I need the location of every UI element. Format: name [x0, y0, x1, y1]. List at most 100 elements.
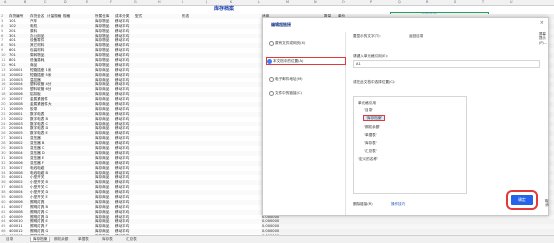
- table-cell[interactable]: 库存商品: [95, 185, 109, 189]
- table-cell[interactable]: 300008: [9, 171, 23, 175]
- column-header[interactable]: G: [134, 0, 137, 4]
- column-header[interactable]: S: [454, 0, 456, 4]
- column-header[interactable]: N: [314, 0, 317, 4]
- table-cell[interactable]: 移动平均: [115, 92, 129, 96]
- table-cell[interactable]: 库存商品: [95, 112, 109, 116]
- radio-icon[interactable]: [269, 41, 274, 46]
- table-cell[interactable]: 金属紧固件大: [30, 102, 52, 106]
- table-cell[interactable]: 100002: [9, 73, 23, 77]
- sheet-tab[interactable]: 库存表: [102, 237, 113, 241]
- table-cell[interactable]: 电机: [30, 24, 37, 28]
- link-type-file[interactable]: 原有文件或网页(X): [269, 40, 343, 46]
- table-cell[interactable]: 移动平均: [115, 146, 129, 150]
- table-cell[interactable]: 100001: [9, 68, 23, 72]
- table-cell[interactable]: 变压器: [30, 136, 41, 140]
- display-text-value[interactable]: 返回目录: [409, 34, 423, 38]
- table-cell[interactable]: 变压器 B: [30, 141, 44, 145]
- table-cell[interactable]: 库存商品: [95, 146, 109, 150]
- cell-ref-input[interactable]: A1: [353, 60, 540, 68]
- table-cell[interactable]: 短路插座 1米: [30, 68, 51, 72]
- table-cell[interactable]: 移动平均: [115, 210, 129, 214]
- table-cell[interactable]: 库存商品: [95, 141, 109, 145]
- table-cell[interactable]: 库存商品: [95, 205, 109, 209]
- table-cell[interactable]: 301: [9, 34, 16, 38]
- sheet-tab[interactable]: 目录: [6, 237, 13, 241]
- table-cell[interactable]: 数字电表 B: [30, 117, 48, 121]
- table-cell[interactable]: 601: [9, 48, 16, 52]
- close-icon[interactable]: ×: [540, 20, 544, 26]
- table-cell[interactable]: 200001: [9, 112, 23, 116]
- table-cell[interactable]: 库存物品: [95, 53, 109, 57]
- table-cell[interactable]: 101: [9, 19, 16, 23]
- table-cell[interactable]: 400006: [9, 200, 23, 204]
- table-cell[interactable]: 库存商品: [95, 151, 109, 155]
- table-cell[interactable]: 200005: [9, 131, 23, 135]
- table-cell[interactable]: 移动平均: [115, 185, 129, 189]
- table-cell[interactable]: 库存商品: [95, 92, 109, 96]
- sheet-tab[interactable]: 单据表: [78, 237, 89, 241]
- table-cell[interactable]: 400010: [9, 219, 23, 223]
- table-cell[interactable]: 400003: [9, 185, 23, 189]
- table-cell[interactable]: 商品: [30, 63, 37, 67]
- table-cell[interactable]: 100004: [9, 82, 23, 86]
- table-cell[interactable]: 汽车: [30, 19, 37, 23]
- column-header[interactable]: Q: [398, 0, 401, 4]
- table-cell[interactable]: 移动平均: [115, 151, 129, 155]
- table-cell[interactable]: 200004: [9, 126, 23, 130]
- table-cell[interactable]: 102: [9, 24, 16, 28]
- table-cell[interactable]: 库存商品: [95, 136, 109, 140]
- column-header[interactable]: M: [286, 0, 289, 4]
- table-cell[interactable]: 库存商品: [95, 210, 109, 214]
- column-header[interactable]: P: [370, 0, 372, 4]
- table-cell[interactable]: 801: [9, 58, 16, 62]
- radio-icon[interactable]: [269, 91, 274, 96]
- table-cell[interactable]: 库存商品: [95, 166, 109, 170]
- table-cell[interactable]: 移动平均: [115, 195, 129, 199]
- tree-root[interactable]: 单元格引用: [358, 101, 376, 105]
- table-cell[interactable]: 库存商品: [95, 156, 109, 160]
- table-cell[interactable]: 数字电表: [30, 112, 44, 116]
- table-cell[interactable]: 移动平均: [115, 97, 129, 101]
- table-cell[interactable]: 100009: [9, 107, 23, 111]
- column-header[interactable]: O: [342, 0, 345, 4]
- column-header[interactable]: D: [64, 0, 67, 4]
- table-cell[interactable]: 库存商品: [95, 68, 109, 72]
- table-cell[interactable]: 周转物品: [30, 53, 44, 57]
- link-type-file-link[interactable]: 文件中的链接(C): [269, 90, 343, 96]
- table-cell[interactable]: 400002: [9, 180, 23, 184]
- link-type-email[interactable]: 电子邮件地址(M): [269, 76, 343, 82]
- column-header[interactable]: U: [510, 0, 512, 4]
- table-cell[interactable]: 300005: [9, 156, 23, 160]
- table-cell[interactable]: 库存商品: [95, 161, 109, 165]
- column-header[interactable]: R: [426, 0, 428, 4]
- table-cell[interactable]: 库存物品: [95, 48, 109, 52]
- column-header[interactable]: H: [158, 0, 161, 4]
- table-cell[interactable]: 移动平均: [115, 200, 129, 204]
- table-cell[interactable]: 100003: [9, 78, 23, 82]
- sheet-tab[interactable]: 库存档案: [30, 237, 51, 243]
- table-cell[interactable]: 400012: [9, 229, 23, 233]
- table-cell[interactable]: 照明灯具 B: [30, 205, 48, 209]
- remove-link[interactable]: 删除链接(R): [353, 202, 373, 206]
- table-cell[interactable]: 201: [9, 29, 16, 33]
- column-header[interactable]: L: [258, 0, 260, 4]
- table-cell[interactable]: 库存物品: [95, 24, 109, 28]
- table-cell[interactable]: 小型开关 E: [30, 195, 48, 199]
- table-cell[interactable]: 400011: [9, 224, 23, 228]
- table-cell[interactable]: 200003: [9, 122, 23, 126]
- table-cell[interactable]: 金属紧固件: [30, 97, 48, 101]
- table-cell[interactable]: 电线电缆: [30, 166, 44, 170]
- table-cell[interactable]: 移动平均: [115, 29, 129, 33]
- sheet-tab[interactable]: 期初余额: [54, 237, 68, 241]
- table-cell[interactable]: 铝扣板: [30, 92, 41, 96]
- column-header[interactable]: T: [482, 0, 484, 4]
- column-header[interactable]: B: [24, 0, 26, 4]
- column-header[interactable]: C: [44, 0, 46, 4]
- table-cell[interactable]: 照明灯具 G: [30, 229, 48, 233]
- table-cell[interactable]: 库存商品: [95, 97, 109, 101]
- table-cell[interactable]: 库存商品: [95, 190, 109, 194]
- table-cell[interactable]: 移动平均: [115, 63, 129, 67]
- table-cell[interactable]: 库存商品: [95, 195, 109, 199]
- table-cell[interactable]: 低值易耗: [30, 58, 44, 62]
- table-cell[interactable]: 库存物品: [95, 63, 109, 67]
